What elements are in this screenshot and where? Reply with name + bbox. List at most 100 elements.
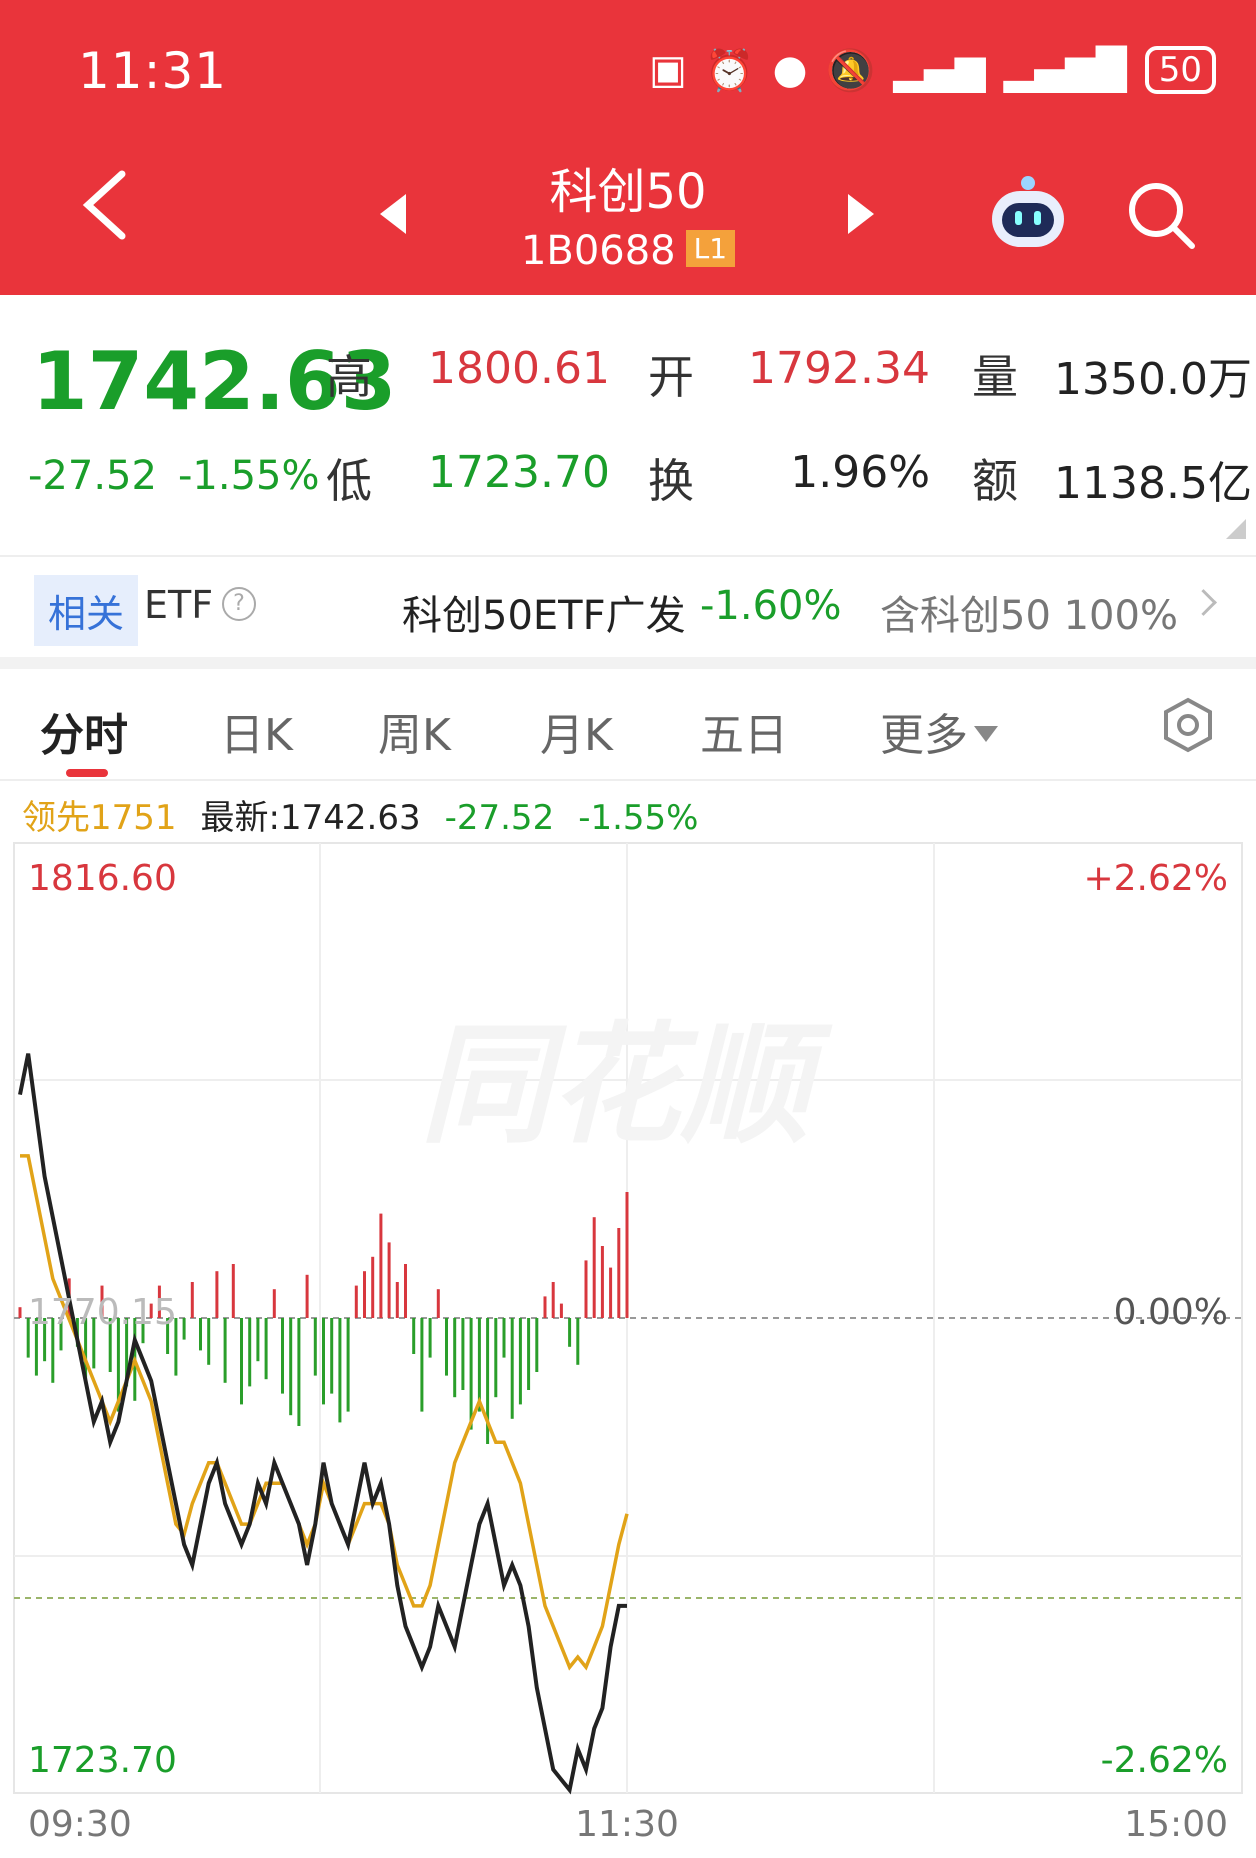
amount-value: 1138.5亿	[1054, 458, 1252, 509]
volume-bar	[43, 1318, 47, 1362]
volume-bar	[510, 1318, 514, 1419]
volume-bar	[256, 1318, 260, 1362]
volume-bar	[568, 1318, 572, 1347]
volume-bar	[51, 1318, 55, 1383]
related-etf-row[interactable]: 相关 ETF ? 科创50ETF广发 -1.60% 含科创50 100%	[0, 557, 1256, 657]
volume-bar	[551, 1282, 555, 1318]
etf-change-pct: -1.60%	[700, 583, 842, 629]
y-min-label: 1723.70	[28, 1740, 177, 1781]
y-max-label: 1816.60	[28, 858, 177, 899]
volume-bar	[322, 1318, 325, 1405]
volume-bar	[609, 1267, 613, 1318]
section-gap	[0, 657, 1256, 669]
settings-hexagon-icon[interactable]	[1160, 697, 1216, 753]
search-icon[interactable]	[1126, 180, 1198, 252]
volume-bar	[289, 1318, 293, 1416]
volume-bar	[354, 1285, 358, 1318]
volume-bar	[469, 1318, 473, 1430]
volume-bar	[166, 1318, 170, 1354]
level-badge: L1	[685, 230, 736, 267]
robot-assistant-icon[interactable]	[988, 175, 1072, 251]
volume-bar	[428, 1318, 432, 1358]
volume-bar	[18, 1307, 22, 1318]
volume-bar	[264, 1318, 268, 1380]
lead-line	[20, 1154, 629, 1671]
volume-bar	[387, 1242, 391, 1318]
volume-bar	[617, 1228, 621, 1318]
volume-bar	[34, 1318, 38, 1376]
high-value: 1800.61	[428, 343, 610, 394]
etf-holding: 含科创50 100%	[880, 593, 1178, 639]
volume-bar	[486, 1318, 490, 1444]
x-label-end: 15:00	[1124, 1804, 1228, 1845]
stock-code-text: 1B0688	[520, 228, 676, 274]
chart-legend: 领先1751 最新:1742.63 -27.52 -1.55%	[22, 790, 722, 839]
volume-bar	[453, 1318, 457, 1398]
volume-bar	[305, 1274, 309, 1318]
tab-daily-k[interactable]: 日K	[220, 699, 293, 763]
high-label: 高	[326, 350, 372, 404]
baseline-label: 1770.15	[28, 1292, 177, 1333]
alarm-icon: ⏰	[704, 47, 755, 94]
volume-bar	[297, 1318, 301, 1426]
etf-name: 科创50ETF广发	[402, 593, 686, 639]
volume-bar	[84, 1318, 88, 1380]
volume-bars	[18, 1192, 629, 1444]
volume-label: 量	[972, 350, 1018, 404]
turnover-label: 换	[648, 454, 694, 508]
top-header: 11:31 ▣ ⏰ ● 🔕 ▂▄▆ ▂▄▆█ 50 科创50 1B0688 L1	[0, 0, 1256, 295]
x-label-mid: 11:30	[575, 1804, 679, 1845]
tab-five-day[interactable]: 五日	[700, 699, 788, 763]
volume-bar	[461, 1318, 465, 1390]
battery-icon: 50	[1144, 46, 1216, 94]
volume-bar	[404, 1264, 407, 1318]
help-icon[interactable]: ?	[222, 587, 256, 621]
low-value: 1723.70	[428, 447, 610, 498]
volume-bar	[141, 1318, 145, 1344]
tab-more-label: 更多	[880, 710, 968, 761]
legend-pct: -1.55%	[578, 798, 699, 838]
volume-bar	[190, 1282, 194, 1318]
volume-bar	[108, 1318, 112, 1372]
volume-bar	[313, 1318, 317, 1376]
volume-bar	[199, 1318, 202, 1351]
nfc-icon: ▣	[649, 47, 687, 93]
turnover-value: 1.96%	[790, 447, 930, 498]
signal-2-icon: ▂▄▆█	[1003, 47, 1127, 93]
location-icon: ●	[772, 47, 808, 93]
volume-bar	[133, 1318, 137, 1401]
volume-bar	[445, 1318, 448, 1376]
volume-bar	[281, 1318, 284, 1394]
related-tag: 相关	[34, 575, 139, 646]
volume-bar	[363, 1271, 366, 1318]
tab-intraday[interactable]: 分时	[40, 699, 128, 763]
volume-bar	[207, 1318, 211, 1365]
volume-bar	[535, 1318, 539, 1372]
baseline-pct-label: 0.00%	[1114, 1292, 1228, 1333]
volume-bar	[125, 1318, 129, 1387]
quote-panel: 1742.63 -27.52 -1.55% 高 1800.61 开 1792.3…	[0, 295, 1256, 555]
volume-bar	[248, 1318, 252, 1387]
volume-bar	[371, 1256, 375, 1318]
next-stock-icon[interactable]	[848, 194, 874, 234]
active-tab-indicator	[66, 769, 108, 777]
volume-bar	[584, 1260, 588, 1318]
volume-bar	[559, 1303, 563, 1318]
volume-bar	[92, 1318, 96, 1369]
volume-bar	[477, 1318, 481, 1412]
volume-bar	[59, 1318, 63, 1351]
chevron-right-icon[interactable]	[1190, 589, 1217, 616]
signal-icon: ▂▄▆	[893, 47, 986, 93]
expand-corner-icon[interactable]	[1226, 519, 1246, 539]
tab-monthly-k[interactable]: 月K	[540, 699, 613, 763]
volume-bar	[436, 1289, 440, 1318]
volume-bar	[527, 1318, 531, 1390]
volume-bar	[494, 1318, 498, 1398]
mute-icon: 🔕	[825, 47, 876, 94]
volume-bar	[592, 1217, 596, 1318]
volume-bar	[67, 1278, 71, 1318]
volume-bar	[420, 1318, 424, 1412]
volume-bar	[625, 1192, 629, 1318]
tab-weekly-k[interactable]: 周K	[378, 699, 451, 763]
tab-more[interactable]: 更多	[880, 699, 998, 763]
